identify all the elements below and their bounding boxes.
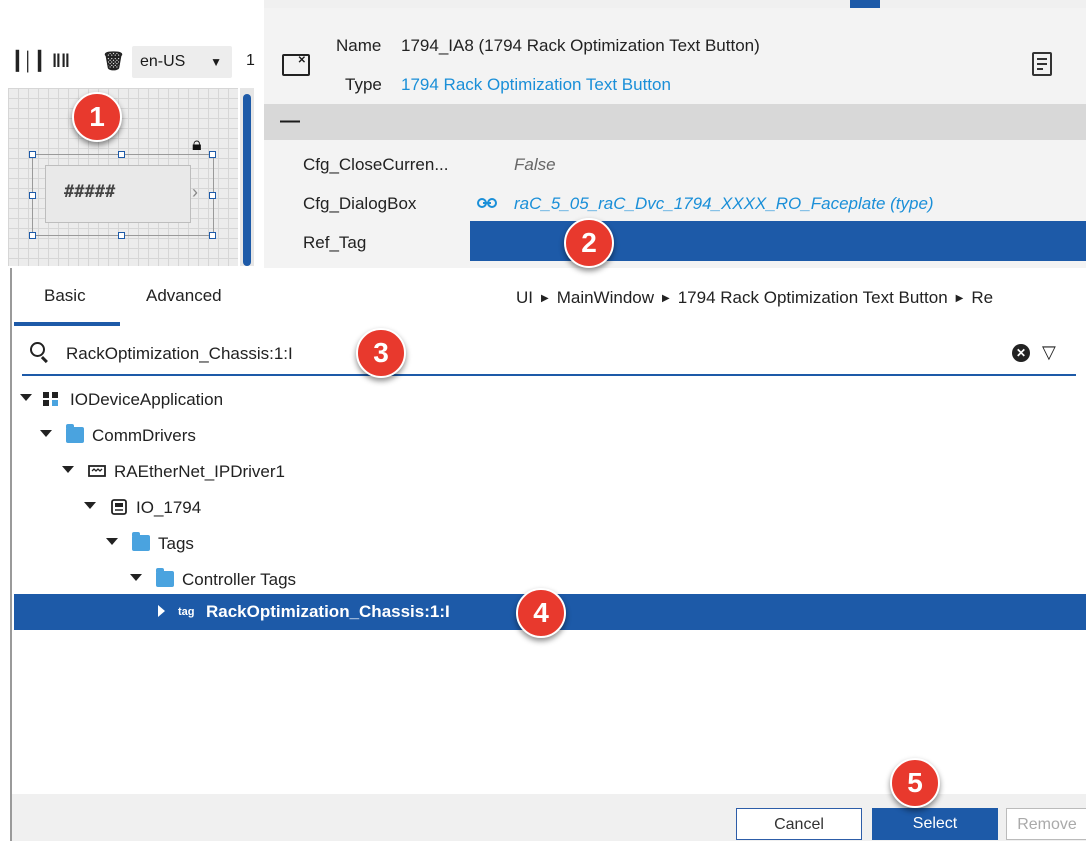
select-button[interactable]: Select — [872, 808, 998, 840]
chevron-down-icon: ▼ — [210, 55, 222, 69]
expand-arrow-icon[interactable] — [62, 466, 74, 473]
header-accent — [850, 0, 880, 8]
trash-icon[interactable]: 🗑︎ — [102, 52, 125, 70]
search-input[interactable] — [66, 340, 966, 368]
search-icon — [30, 342, 45, 357]
breadcrumb-item[interactable]: UI — [516, 288, 533, 307]
name-label: Name — [336, 36, 382, 55]
document-settings-icon[interactable] — [1032, 52, 1052, 76]
distribute-vertical-icon[interactable]: ‖‖ — [52, 52, 70, 70]
breadcrumb: UI ▶ MainWindow ▶ 1794 Rack Optimization Tex… — [516, 288, 993, 308]
tab-advanced[interactable]: Advanced — [146, 286, 222, 306]
chevron-right-icon: › — [192, 182, 198, 202]
tag-icon: tag — [178, 606, 195, 618]
tree-node-label: IODeviceApplication — [70, 390, 224, 409]
type-label: Type — [345, 75, 382, 94]
breadcrumb-item[interactable]: MainWindow — [557, 288, 654, 307]
collapse-icon[interactable]: — — [280, 110, 300, 133]
property-value-close-current[interactable]: False — [514, 155, 556, 175]
property-label-dialog-box: Cfg_DialogBox — [303, 194, 417, 213]
button-placeholder-text: ##### — [64, 182, 116, 202]
tree-node-tags[interactable]: Tags — [14, 526, 1086, 562]
application-icon — [43, 392, 58, 406]
tree-node-io-1794[interactable]: IO_1794 — [14, 490, 1086, 526]
ref-tag-field[interactable] — [470, 221, 1086, 261]
network-driver-icon — [88, 465, 106, 477]
filter-icon[interactable]: ▽ — [1042, 342, 1056, 363]
property-label-ref-tag: Ref_Tag — [303, 233, 367, 252]
caret-right-icon: ▶ — [662, 293, 670, 304]
designer-toolbar: ┃│┃ ‖‖ 🗑︎ en-US ▼ 1 — [0, 34, 262, 86]
clear-search-icon[interactable]: ✕ — [1012, 344, 1030, 362]
remove-button[interactable]: Remove — [1006, 808, 1086, 840]
type-link[interactable]: 1794 Rack Optimization Text Button — [401, 75, 671, 95]
expand-arrow-icon[interactable] — [84, 502, 96, 509]
tree-node-label: RAEtherNet_IPDriver1 — [114, 462, 286, 481]
design-canvas[interactable]: ##### 🔒︎ › — [8, 88, 238, 266]
resize-handle[interactable] — [209, 151, 216, 158]
property-value-dialog-box[interactable]: raC_5_05_raC_Dvc_1794_XXXX_RO_Faceplate … — [514, 194, 934, 214]
lock-icon: 🔒︎ — [192, 134, 202, 154]
text-button-type-icon: ✕ — [282, 54, 310, 76]
callout-badge: 5 — [890, 758, 940, 808]
tree-node-commdrivers[interactable]: CommDrivers — [14, 418, 1086, 454]
tab-basic[interactable]: Basic — [44, 286, 86, 306]
scrollbar-thumb[interactable] — [243, 94, 251, 266]
resize-handle[interactable] — [209, 232, 216, 239]
tree-node-label: IO_1794 — [136, 498, 202, 517]
search-bar: ✕ ▽ — [22, 336, 1076, 376]
active-tab-indicator — [14, 322, 120, 326]
comm-folder-icon — [66, 424, 84, 443]
folder-icon — [156, 568, 174, 587]
resize-handle[interactable] — [29, 232, 36, 239]
selected-text-button[interactable]: ##### — [32, 154, 214, 236]
resize-handle[interactable] — [118, 232, 125, 239]
language-value: en-US — [140, 53, 186, 70]
collapse-arrow-icon[interactable] — [158, 605, 165, 617]
callout-badge: 3 — [356, 328, 406, 378]
language-select[interactable]: en-US ▼ — [132, 46, 232, 78]
name-value[interactable]: 1794_IA8 (1794 Rack Optimization Text Bu… — [401, 36, 760, 56]
property-label-close-current: Cfg_CloseCurren... — [303, 155, 449, 174]
tree-node-raethernet-driver[interactable]: RAEtherNet_IPDriver1 — [14, 454, 1086, 490]
expand-arrow-icon[interactable] — [130, 574, 142, 581]
cancel-button[interactable]: Cancel — [736, 808, 862, 840]
folder-icon — [132, 532, 150, 551]
properties-header — [264, 0, 1086, 8]
property-group-header[interactable]: — — [264, 104, 1086, 140]
breadcrumb-item[interactable]: 1794 Rack Optimization Text Button — [678, 288, 948, 307]
tag-browser-dialog: Basic Advanced UI ▶ MainWindow ▶ 1794 Rack O… — [10, 268, 1086, 841]
tree-node-label: CommDrivers — [92, 426, 196, 445]
text-button-preview: ##### — [45, 165, 191, 223]
tree-node-label: Controller Tags — [182, 570, 297, 589]
callout-badge: 2 — [564, 218, 614, 268]
resize-handle[interactable] — [118, 151, 125, 158]
expand-arrow-icon[interactable] — [20, 394, 32, 401]
tree-node-iodeviceapplication[interactable]: IODeviceApplication — [14, 382, 1086, 418]
toolbar-overflow-value: 1 — [246, 52, 255, 69]
expand-arrow-icon[interactable] — [106, 538, 118, 545]
callout-badge: 1 — [72, 92, 122, 142]
resize-handle[interactable] — [209, 192, 216, 199]
canvas-scrollbar[interactable] — [240, 88, 254, 266]
align-bottom-icon[interactable]: ┃│┃ — [12, 52, 45, 70]
expand-arrow-icon[interactable] — [40, 430, 52, 437]
resize-handle[interactable] — [29, 151, 36, 158]
io-module-icon — [111, 499, 127, 515]
properties-panel: ✕ Name 1794_IA8 (1794 Rack Optimization … — [264, 8, 1086, 270]
breadcrumb-item[interactable]: Re — [971, 288, 993, 307]
tree-node-label: RackOptimization_Chassis:1:I — [206, 602, 450, 621]
caret-right-icon: ▶ — [955, 293, 964, 304]
callout-badge: 4 — [516, 588, 566, 638]
link-icon[interactable] — [477, 196, 497, 210]
resize-handle[interactable] — [29, 192, 36, 199]
caret-right-icon: ▶ — [541, 293, 549, 304]
tree-node-label: Tags — [158, 534, 194, 553]
